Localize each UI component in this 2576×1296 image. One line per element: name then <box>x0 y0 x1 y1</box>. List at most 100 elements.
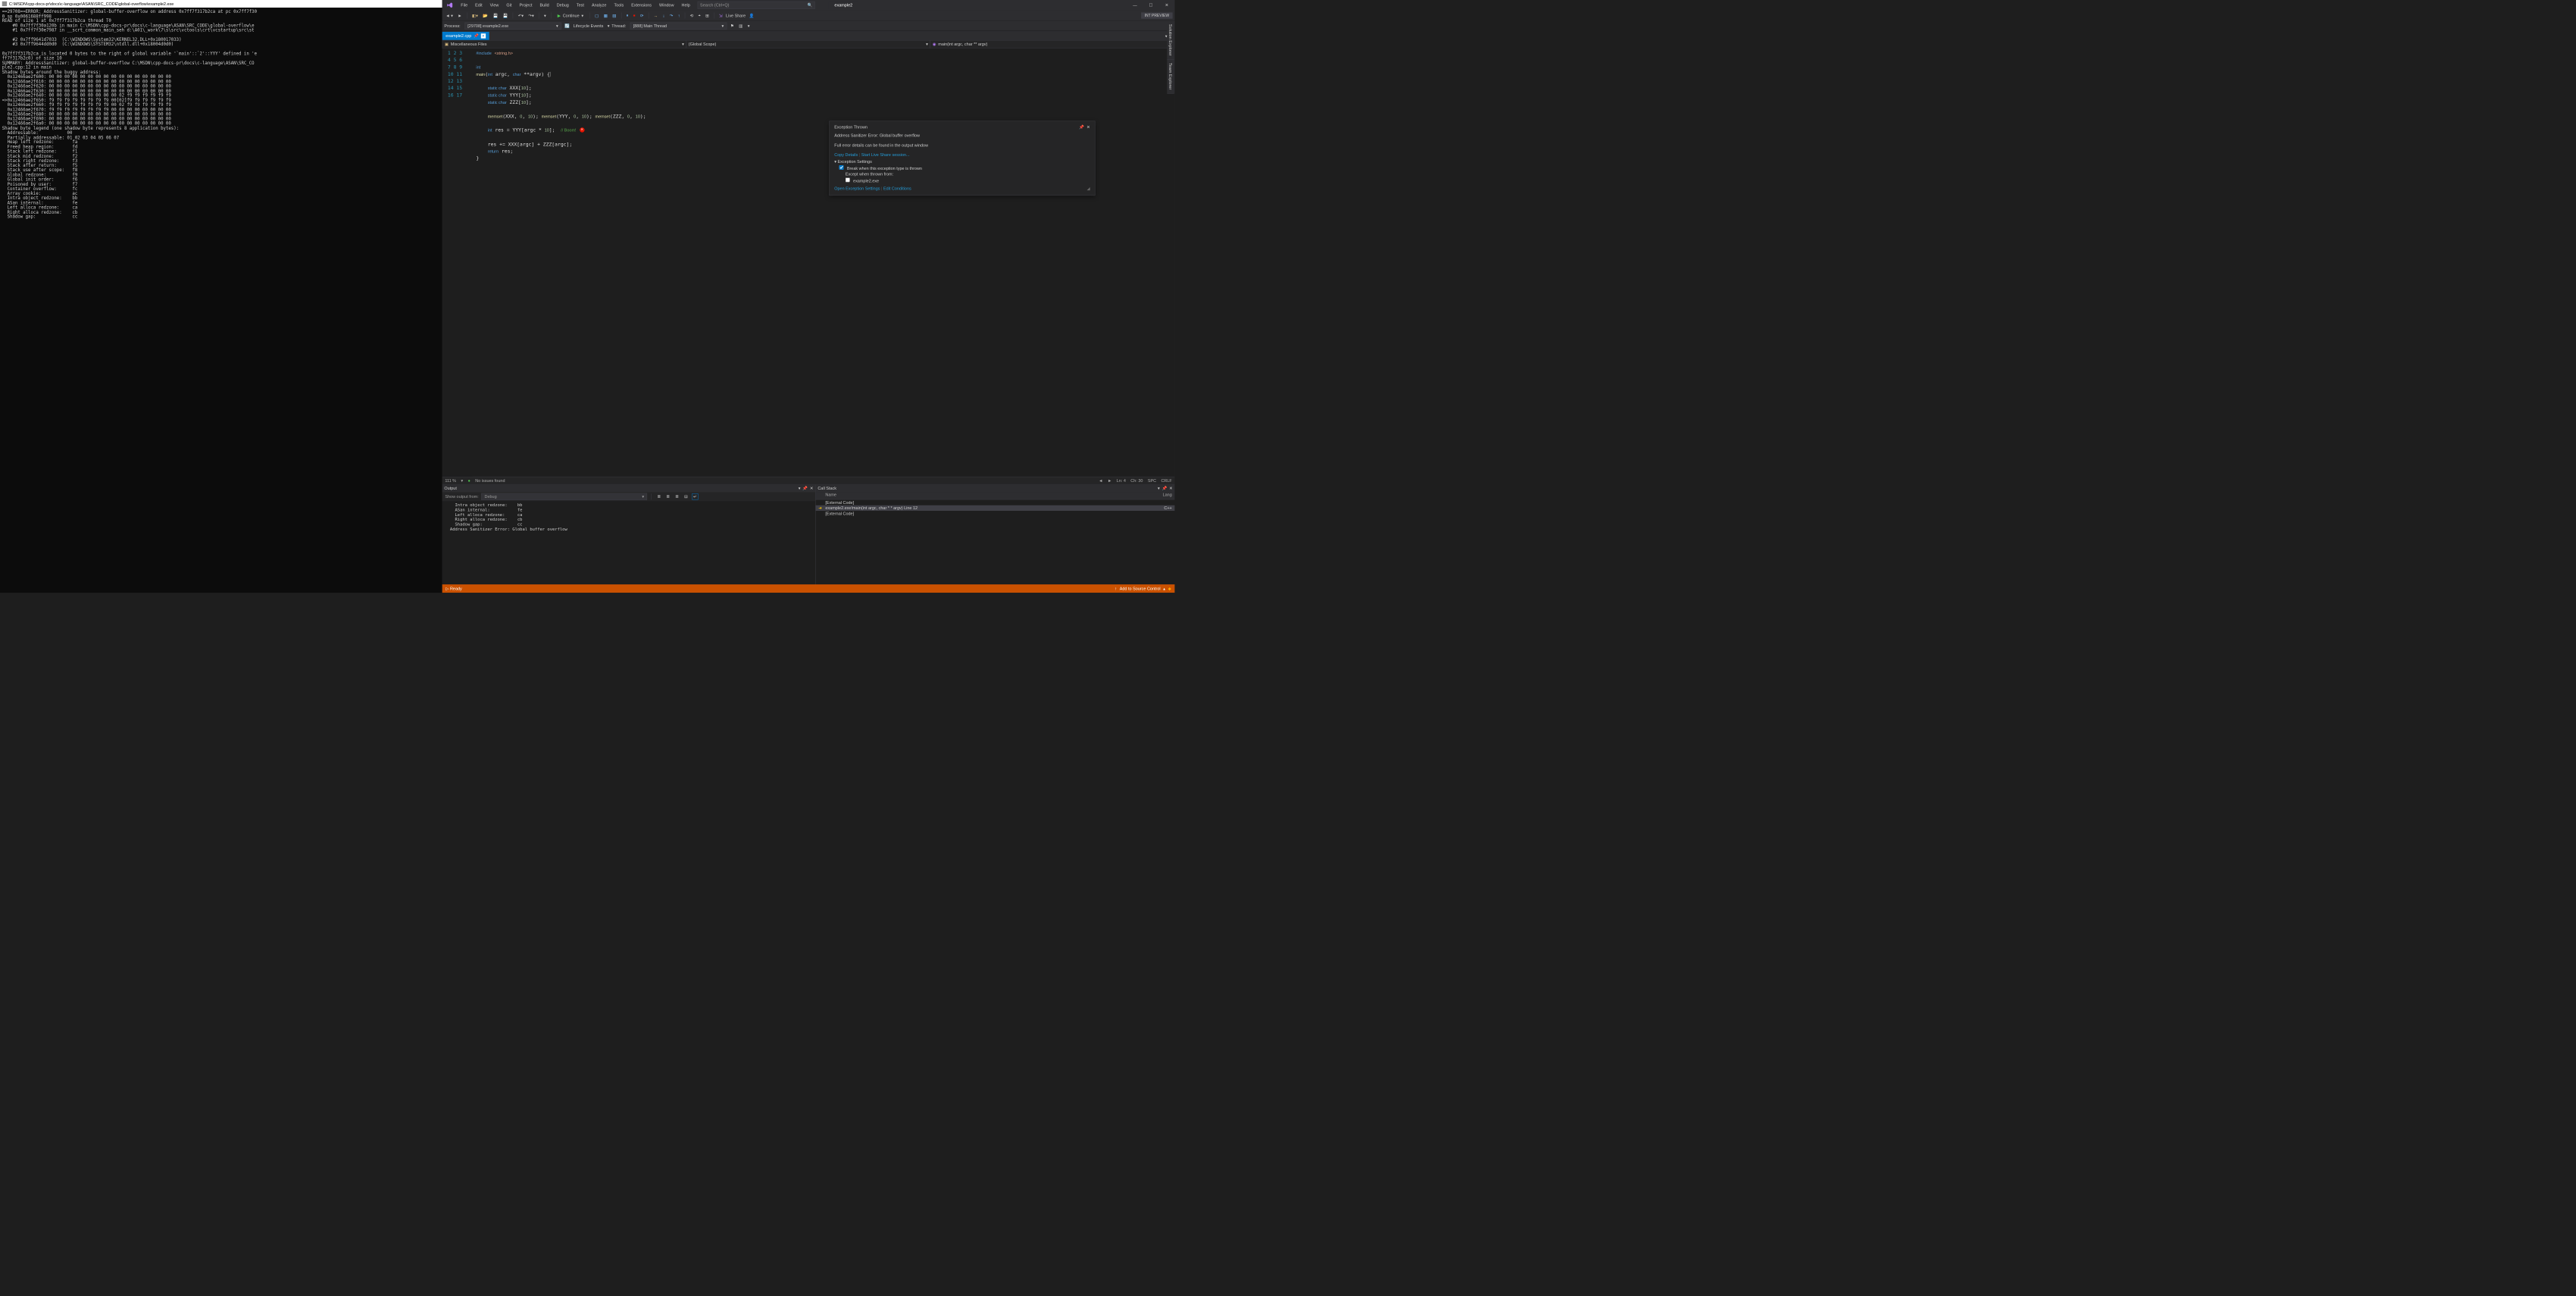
tab-close-icon[interactable]: ✕ <box>481 33 486 38</box>
tb-icon-2[interactable]: ▦ <box>602 12 609 18</box>
stack-frame-icon[interactable]: ▥ <box>737 23 744 29</box>
console-output[interactable]: ==29708==ERROR: AddressSanitizer: global… <box>0 8 442 221</box>
new-project-icon[interactable]: ◧▾ <box>470 12 480 18</box>
menu-test[interactable]: Test <box>573 2 587 9</box>
output-source-dropdown[interactable]: Debug▾ <box>481 493 647 500</box>
exe-label: example2.exe <box>853 178 879 183</box>
solution-name[interactable]: example2 <box>829 2 858 9</box>
tb-icon-1[interactable]: ▢ <box>593 12 600 18</box>
lifecycle-label[interactable]: Lifecycle Events <box>574 23 604 28</box>
code-editor[interactable]: 1 2 3 4 5 6 7 8 9 10 11 12 13 14 15 16 1… <box>442 49 1175 477</box>
notifications-icon[interactable]: ◆ <box>1168 586 1171 590</box>
flag-icon[interactable]: ⚑ <box>729 23 736 29</box>
collapse-icon[interactable]: ▾ <box>834 159 836 164</box>
int-preview-badge[interactable]: INT PREVIEW <box>1141 12 1173 18</box>
menu-file[interactable]: File <box>458 2 471 9</box>
add-source-control[interactable]: Add to Source Control <box>1120 586 1161 590</box>
pin-icon[interactable]: 📌 <box>474 33 479 38</box>
cs-pin-icon[interactable]: 📌 <box>1162 486 1168 490</box>
editor-area: example2.cpp 📌 ✕ ▾ ✚ ▣Miscellaneous File… <box>442 31 1175 484</box>
output-tb-1[interactable]: ≣ <box>656 493 662 499</box>
console-titlebar[interactable]: C:\MSDN\cpp-docs-pr\docs\c-language\ASAN… <box>0 0 442 8</box>
step-out-icon[interactable]: ↑ <box>677 12 681 18</box>
tb-extra-1[interactable]: ⟲ <box>689 12 695 18</box>
stop-icon[interactable]: ⏹ <box>632 12 636 19</box>
output-text[interactable]: Intra object redzone: bb ASan internal: … <box>442 501 815 584</box>
live-share-icon[interactable]: ⇲ <box>717 12 724 18</box>
show-next-icon[interactable]: → <box>652 12 659 18</box>
feedback-icon[interactable]: 👤 <box>748 12 755 18</box>
tb2-extra[interactable]: ▾ <box>746 23 751 29</box>
menu-help[interactable]: Help <box>678 2 693 9</box>
maximize-button[interactable]: ☐ <box>1143 0 1158 11</box>
chevron-up-icon[interactable]: ▴ <box>1163 586 1165 590</box>
output-close-icon[interactable]: ✕ <box>810 486 814 490</box>
nav-scope[interactable]: (Global Scope)▾ <box>686 40 930 48</box>
vs-logo-icon <box>445 1 454 9</box>
exe-checkbox[interactable] <box>846 177 850 182</box>
menu-debug[interactable]: Debug <box>553 2 572 9</box>
restart-icon[interactable]: ⟳ <box>639 12 645 18</box>
output-tb-2[interactable]: ≣ <box>665 493 671 499</box>
menu-analyze[interactable]: Analyze <box>588 2 610 9</box>
menu-view[interactable]: View <box>486 2 502 9</box>
tab-example2[interactable]: example2.cpp 📌 ✕ <box>442 32 489 40</box>
tb-icon-3[interactable]: ▤ <box>611 12 617 18</box>
team-explorer-tab[interactable]: Team Explorer <box>1167 60 1174 94</box>
minimize-button[interactable]: — <box>1127 0 1143 11</box>
copy-details-link[interactable]: Copy Details <box>834 152 858 157</box>
cs-close-icon[interactable]: ✕ <box>1169 486 1173 490</box>
config-dropdown[interactable]: ▾ <box>542 12 547 18</box>
callstack-row[interactable]: ➜example2.exe!main(int argc, char * * ar… <box>816 506 1175 511</box>
live-share-label[interactable]: Live Share <box>726 13 746 17</box>
menu-git[interactable]: Git <box>503 2 515 9</box>
output-tb-3[interactable]: ≣ <box>674 493 680 499</box>
solution-explorer-tab[interactable]: Solution Explorer <box>1167 20 1174 59</box>
error-glyph-icon[interactable] <box>580 127 584 132</box>
step-into-icon[interactable]: ↓ <box>661 12 666 18</box>
save-all-icon[interactable]: 💾 <box>502 12 509 18</box>
output-dropdown-icon[interactable]: ▾ <box>799 486 801 490</box>
output-tb-4[interactable]: ⊟ <box>683 493 689 499</box>
nav-member[interactable]: ◉main(int argc, char ** argv)▾ <box>930 40 1174 48</box>
pause-icon[interactable]: ⏸ <box>625 12 630 19</box>
menu-build[interactable]: Build <box>536 2 552 9</box>
back-button[interactable]: ◄ ▾ <box>444 12 454 18</box>
callstack-row[interactable]: [External Code] <box>816 511 1175 516</box>
forward-button[interactable]: ► <box>456 12 463 18</box>
tb-extra-2[interactable]: ⌖ <box>697 12 702 19</box>
lifecycle-icon[interactable]: 🔄 <box>564 23 571 29</box>
start-live-share-link[interactable]: Start Live Share session... <box>861 152 910 157</box>
exc-close-icon[interactable]: ✕ <box>1086 125 1090 130</box>
callstack-body[interactable]: [External Code] ➜example2.exe!main(int a… <box>816 499 1175 584</box>
continue-button[interactable]: ▶ Continue ▾ <box>555 12 586 18</box>
code-text[interactable]: #include <string.h> int main(int argc, c… <box>473 49 1175 477</box>
edit-conditions-link[interactable]: Edit Conditions <box>883 186 911 190</box>
thread-dropdown[interactable]: [888] Main Thread▾ <box>630 22 727 29</box>
open-file-icon[interactable]: 📂 <box>481 12 489 18</box>
menu-project[interactable]: Project <box>516 2 536 9</box>
redo-icon[interactable]: ↷▾ <box>527 12 536 18</box>
nav-project[interactable]: ▣Miscellaneous Files▾ <box>442 40 686 48</box>
process-dropdown[interactable]: [29708] example2.exe▾ <box>464 22 561 29</box>
exc-pin-icon[interactable]: 📌 <box>1079 125 1084 130</box>
menu-tools[interactable]: Tools <box>611 2 627 9</box>
cs-dropdown-icon[interactable]: ▾ <box>1158 486 1160 490</box>
search-box[interactable]: Search (Ctrl+Q) 🔍 <box>698 2 815 9</box>
output-pin-icon[interactable]: 📌 <box>802 486 808 490</box>
save-icon[interactable]: 💾 <box>492 12 499 18</box>
zoom-level[interactable]: 111 % <box>445 478 456 483</box>
close-button[interactable]: ✕ <box>1158 0 1174 11</box>
menu-edit[interactable]: Edit <box>472 2 486 9</box>
open-exc-settings-link[interactable]: Open Exception Settings <box>834 186 880 190</box>
callstack-row[interactable]: [External Code] <box>816 499 1175 505</box>
ok-icon: ● <box>468 478 470 483</box>
menu-extensions[interactable]: Extensions <box>628 2 655 9</box>
output-tb-5[interactable]: ↵ <box>692 493 698 499</box>
break-checkbox[interactable] <box>839 165 844 170</box>
tb-extra-3[interactable]: ⊞ <box>704 12 710 18</box>
menu-window[interactable]: Window <box>656 2 678 9</box>
undo-icon[interactable]: ↶▾ <box>517 12 525 18</box>
resize-grip-icon[interactable]: ◢ <box>1086 186 1089 190</box>
step-over-icon[interactable]: ↷ <box>668 12 674 18</box>
